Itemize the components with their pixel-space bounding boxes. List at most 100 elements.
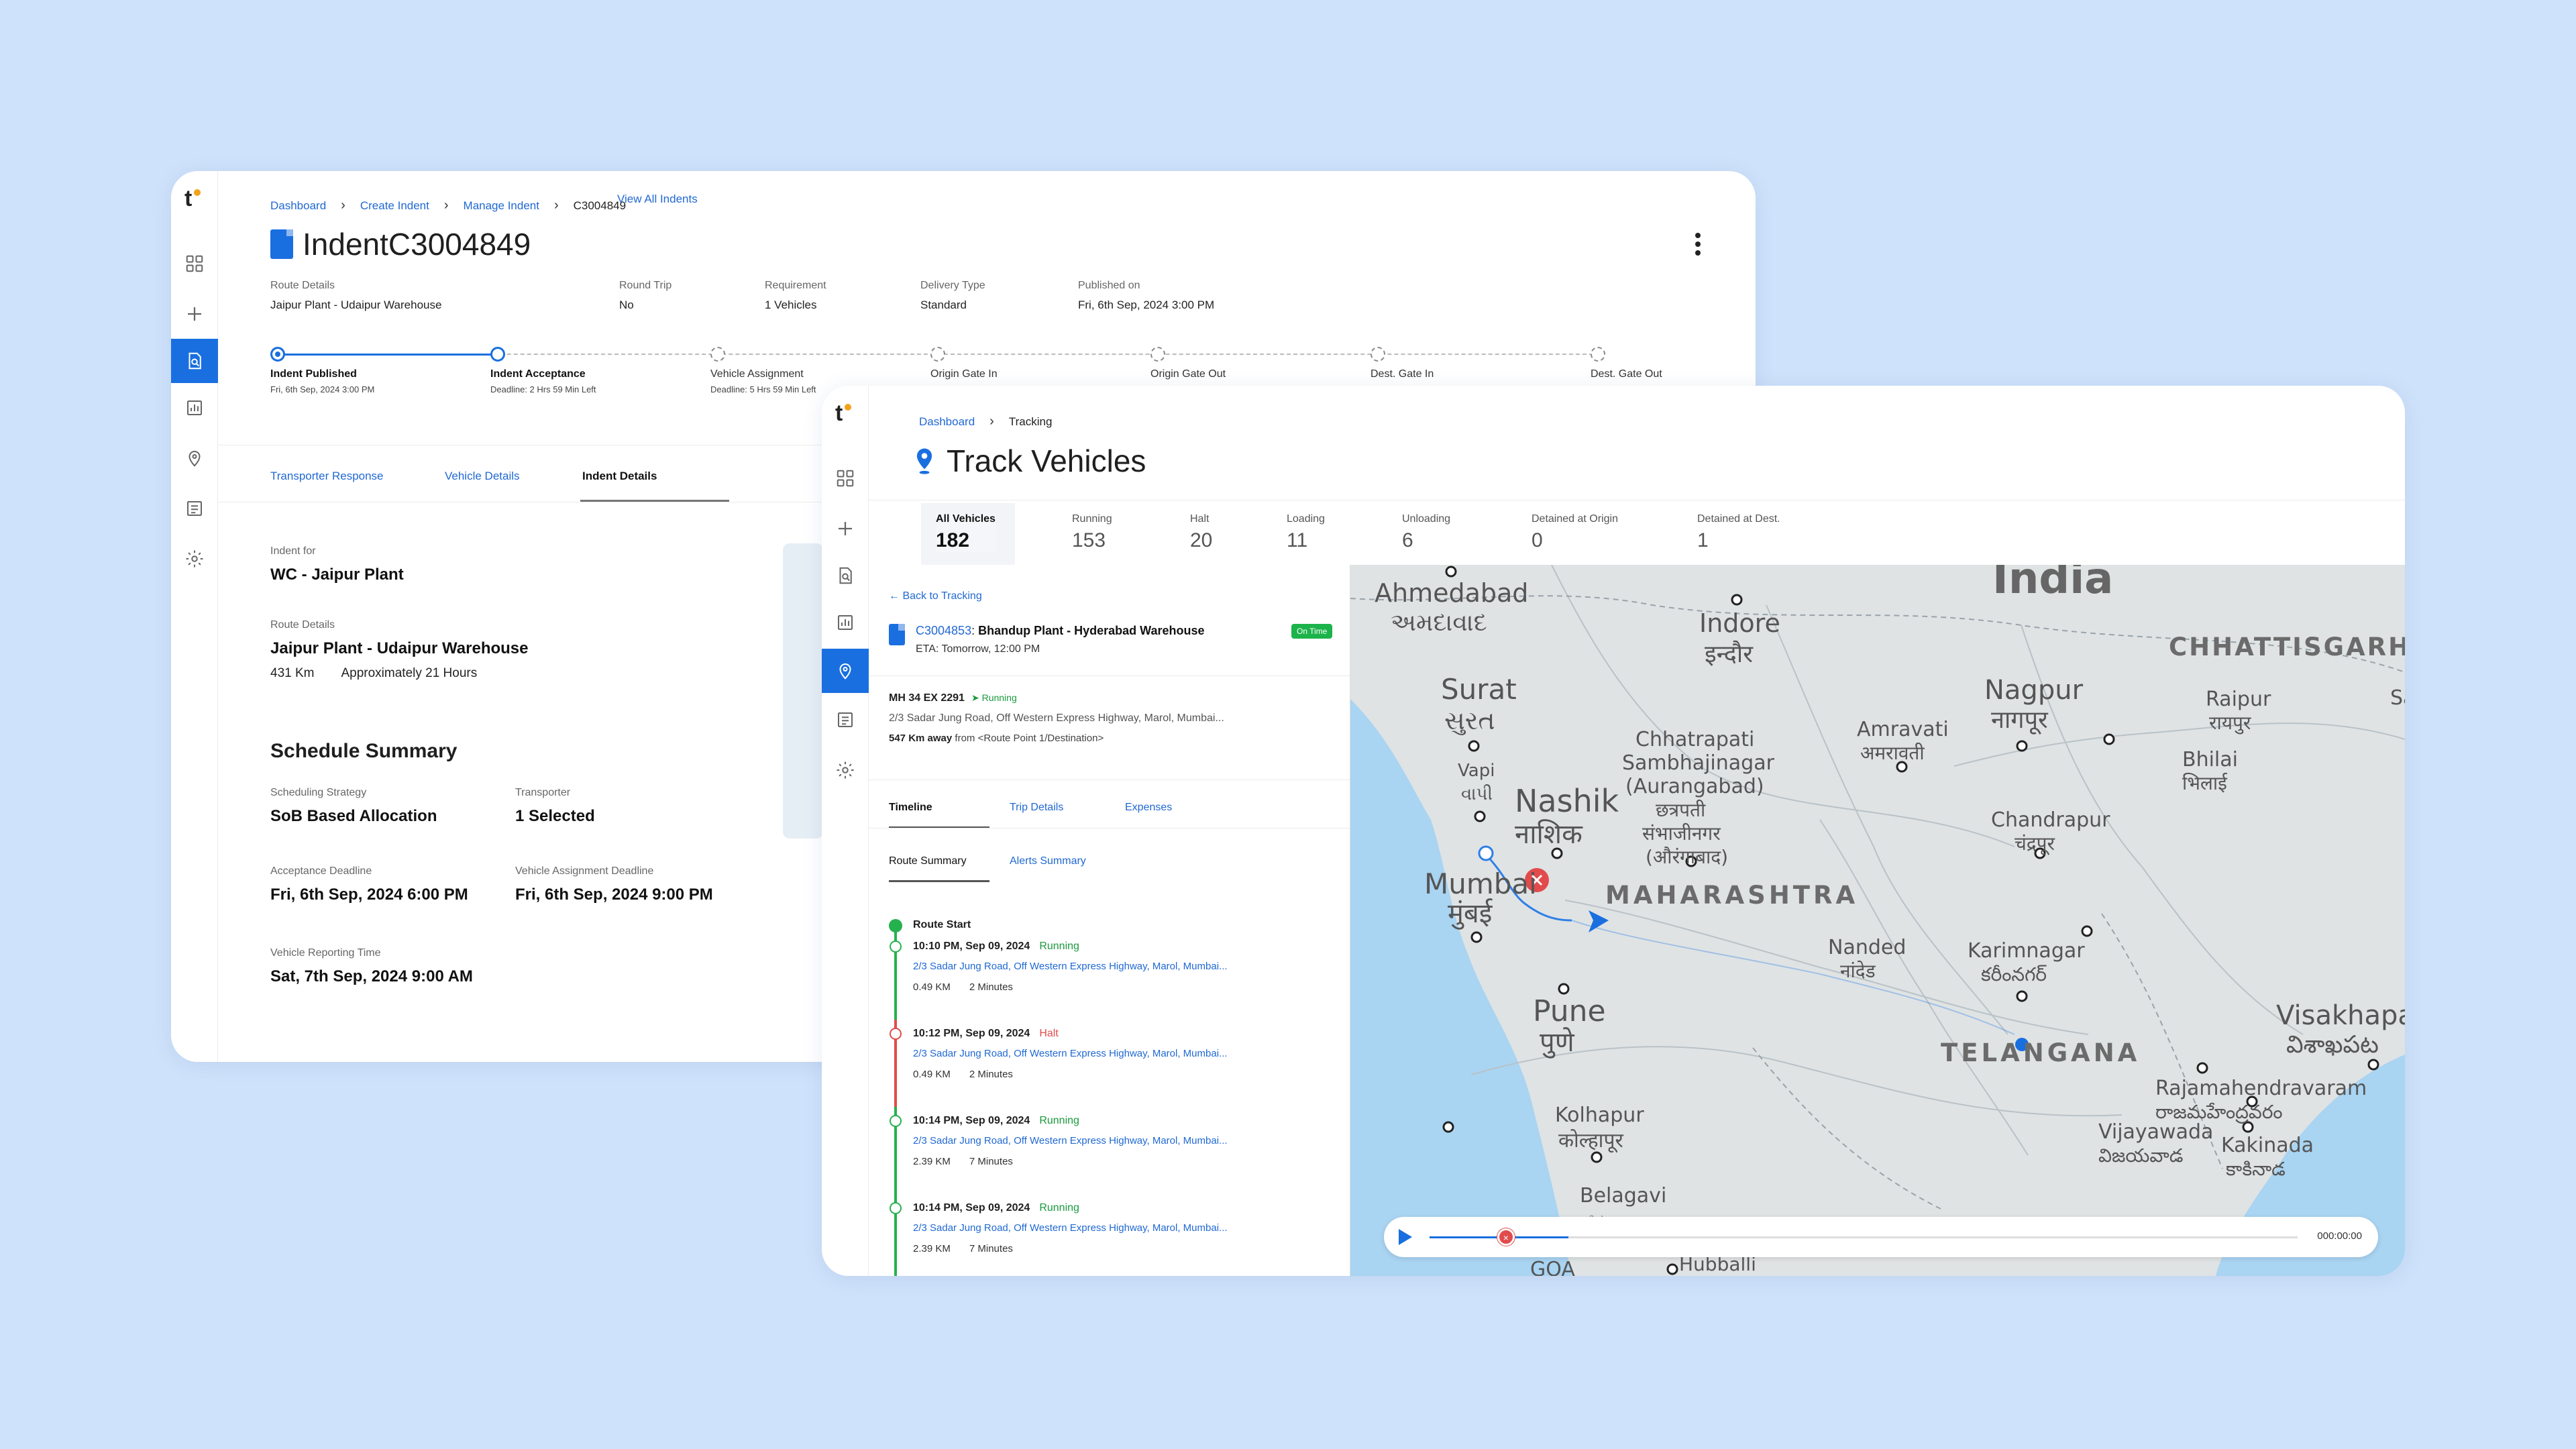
- stat-value: 182: [936, 529, 970, 551]
- distance-suffix: from <Route Point 1/Destination>: [955, 733, 1104, 744]
- vehicle-assignment-deadline-field: Vehicle Assignment Deadline Fri, 6th Sep,…: [515, 865, 713, 904]
- timeline-dot: [890, 1115, 902, 1127]
- settings-gear-icon[interactable]: [822, 748, 869, 792]
- report-icon[interactable]: [822, 698, 869, 742]
- dashboard-icon[interactable]: [822, 456, 869, 500]
- trip-eta: ETA: Tomorrow, 12:00 PM: [916, 643, 1040, 655]
- timeline-address[interactable]: 2/3 Sadar Jung Road, Off Western Express…: [913, 1222, 1228, 1234]
- timeline-item[interactable]: 10:10 PM, Sep 09, 2024 Running 2/3 Sadar …: [913, 941, 1228, 993]
- scheduling-strategy-field: Scheduling Strategy SoB Based Allocation: [270, 787, 437, 826]
- stat-halt[interactable]: Halt 20: [1190, 513, 1212, 552]
- breadcrumb-dashboard[interactable]: Dashboard: [270, 199, 326, 213]
- trip-panel: ← Back to Tracking C3004853: Bhandup Pla…: [869, 565, 1350, 1276]
- step-dot: [710, 347, 725, 362]
- chart-icon[interactable]: [822, 600, 869, 645]
- stat-unloading[interactable]: Unloading 6: [1402, 513, 1450, 552]
- step-name: Origin Gate Out: [1150, 368, 1226, 380]
- step-name: Indent Acceptance: [490, 368, 586, 380]
- schedule-summary-title: Schedule Summary: [270, 740, 458, 762]
- step-name: Dest. Gate Out: [1591, 368, 1662, 380]
- tab-indent-details[interactable]: Indent Details: [582, 470, 657, 483]
- map-label-city: मुंबई: [1448, 898, 1493, 930]
- meta-value: Jaipur Plant - Udaipur Warehouse: [270, 299, 442, 311]
- map-label-city: GOA: [1530, 1258, 1575, 1276]
- step-dot: [1150, 347, 1165, 362]
- timeline-time: 10:14 PM, Sep 09, 2024: [913, 1115, 1030, 1126]
- timeline-item[interactable]: 10:14 PM, Sep 09, 2024 Running 2/3 Sadar …: [913, 1115, 1228, 1167]
- stat-running[interactable]: Running 153: [1072, 513, 1112, 552]
- timeline-duration: 2 Minutes: [969, 981, 1013, 993]
- timeline-address[interactable]: 2/3 Sadar Jung Road, Off Western Express…: [913, 1135, 1228, 1146]
- timeline-address[interactable]: 2/3 Sadar Jung Road, Off Western Express…: [913, 1048, 1228, 1059]
- location-pin-icon: [916, 448, 932, 474]
- app-logo[interactable]: t: [835, 400, 843, 427]
- stat-label: Loading: [1287, 513, 1325, 525]
- tab-route-summary[interactable]: Route Summary: [889, 855, 967, 867]
- step-dot: [1591, 347, 1605, 362]
- tab-alerts-summary[interactable]: Alerts Summary: [1010, 855, 1086, 867]
- map-label-city: Belagavi: [1580, 1184, 1666, 1208]
- timeline-km: 2.39 KM: [913, 1156, 951, 1167]
- vehicle-status: ➤ Running: [971, 692, 1017, 703]
- timeline-line-running: [894, 926, 897, 1020]
- stat-all-vehicles[interactable]: All Vehicles 182: [936, 513, 996, 552]
- breadcrumb-manage-indent[interactable]: Manage Indent: [464, 199, 539, 213]
- stat-detained-dest[interactable]: Detained at Dest. 1: [1697, 513, 1780, 552]
- map-label-city: Kolhapur: [1555, 1104, 1644, 1127]
- timeline-status: Running: [1039, 1202, 1079, 1214]
- tab-transporter-response[interactable]: Transporter Response: [270, 470, 384, 483]
- stat-detained-origin[interactable]: Detained at Origin 0: [1532, 513, 1618, 552]
- map-label-city: Mumbai: [1424, 867, 1537, 900]
- dashboard-icon[interactable]: [171, 241, 218, 286]
- timeline-address[interactable]: 2/3 Sadar Jung Road, Off Western Express…: [913, 961, 1228, 972]
- settings-gear-icon[interactable]: [171, 537, 218, 581]
- title-prefix: Indent: [303, 227, 388, 262]
- timeline-item[interactable]: 10:12 PM, Sep 09, 2024 Halt 2/3 Sadar Jun…: [913, 1028, 1228, 1080]
- tab-trip-details[interactable]: Trip Details: [1010, 802, 1063, 814]
- timeline-item[interactable]: 10:14 PM, Sep 09, 2024 Running 2/3 Sadar …: [913, 1202, 1228, 1254]
- tab-timeline[interactable]: Timeline: [889, 802, 932, 814]
- tracking-map[interactable]: India MAHARASHTRA TELANGANA CHHATTISGARH…: [1350, 565, 2405, 1276]
- breadcrumb-create-indent[interactable]: Create Indent: [360, 199, 429, 213]
- trip-id-link[interactable]: C3004853: [916, 624, 971, 637]
- app-logo[interactable]: t: [184, 186, 192, 212]
- breadcrumb-chevron-icon: ›: [989, 414, 994, 429]
- indent-search-icon[interactable]: [171, 339, 218, 383]
- tab-expenses[interactable]: Expenses: [1125, 802, 1172, 814]
- step-origin-gate-out: Origin Gate Out: [1150, 347, 1226, 380]
- view-all-indents-link[interactable]: View All Indents: [617, 193, 698, 206]
- field-label: Vehicle Reporting Time: [270, 947, 381, 959]
- map-label-city: कोल्हापूर: [1558, 1129, 1623, 1153]
- location-pin-icon[interactable]: [822, 649, 869, 693]
- location-pin-icon[interactable]: [171, 436, 218, 480]
- playback-thumb-icon[interactable]: ×: [1497, 1228, 1515, 1246]
- field-value: Jaipur Plant - Udaipur Warehouse: [270, 639, 529, 657]
- transporter-field: Transporter 1 Selected: [515, 787, 595, 826]
- report-icon[interactable]: [171, 486, 218, 531]
- map-label-city: पुणे: [1540, 1027, 1575, 1059]
- add-icon[interactable]: [171, 292, 218, 336]
- stat-value: 0: [1532, 529, 1543, 551]
- timeline-km: 2.39 KM: [913, 1243, 951, 1254]
- play-icon[interactable]: [1399, 1229, 1412, 1245]
- back-to-tracking-link[interactable]: ← Back to Tracking: [889, 590, 982, 602]
- more-options-icon[interactable]: [1695, 233, 1701, 256]
- step-origin-gate-in: Origin Gate In: [930, 347, 998, 380]
- stat-loading[interactable]: Loading 11: [1287, 513, 1325, 552]
- breadcrumb: Dashboard › Create Indent › Manage Inden…: [270, 198, 626, 213]
- timeline-dot: [890, 1028, 902, 1040]
- timeline-time: 10:14 PM, Sep 09, 2024: [913, 1202, 1030, 1214]
- sidebar: t: [171, 171, 218, 1062]
- step-indent-acceptance: Indent Acceptance Deadline: 2 Hrs 59 Min …: [490, 347, 596, 394]
- meta-label: Route Details: [270, 280, 335, 291]
- add-icon[interactable]: [822, 506, 869, 551]
- chart-icon[interactable]: [171, 386, 218, 430]
- breadcrumb-dashboard[interactable]: Dashboard: [919, 415, 975, 429]
- map-label-city: रायपुर: [2209, 712, 2251, 735]
- tab-vehicle-details[interactable]: Vehicle Details: [445, 470, 520, 483]
- timeline-time: 10:10 PM, Sep 09, 2024: [913, 941, 1030, 952]
- trip-header: C3004853: Bhandup Plant - Hyderabad Ware…: [889, 624, 1204, 655]
- indent-search-icon[interactable]: [822, 553, 869, 598]
- playback-track[interactable]: ×: [1430, 1228, 2298, 1246]
- step-name: Dest. Gate In: [1371, 368, 1434, 380]
